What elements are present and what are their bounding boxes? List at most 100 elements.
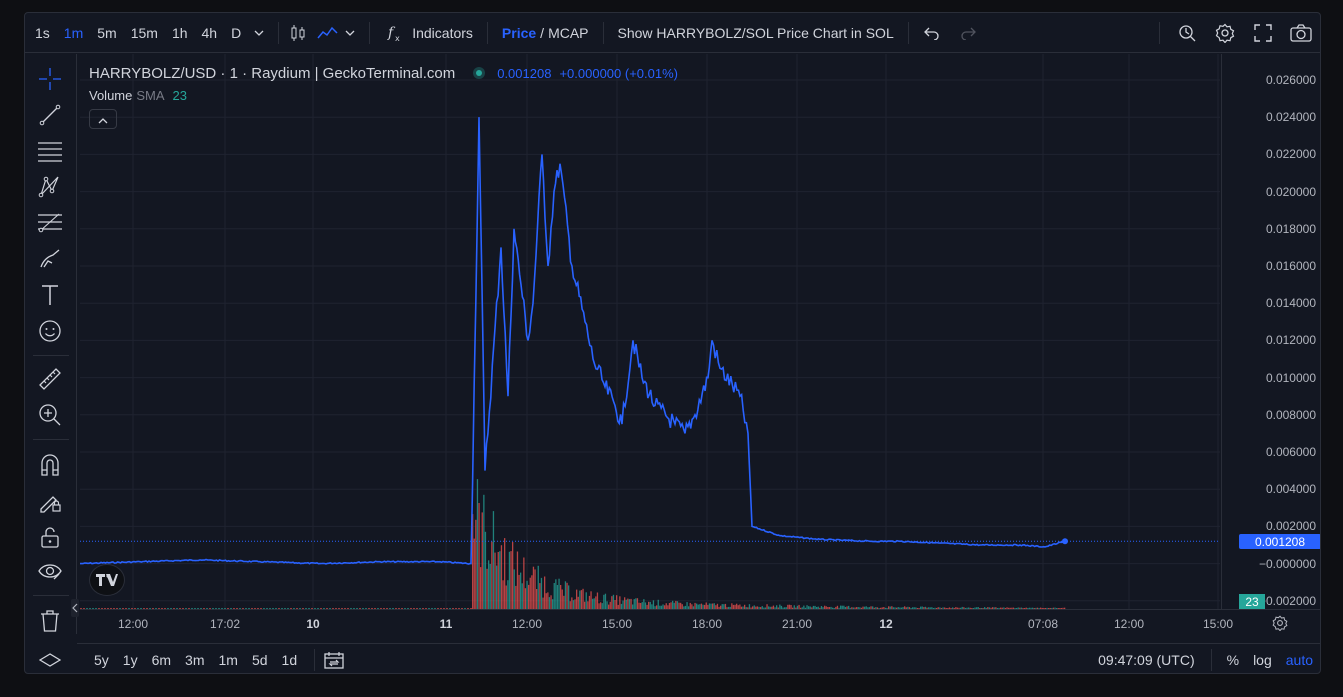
- volume-bar: [544, 576, 546, 609]
- range-5d[interactable]: 5d: [245, 652, 275, 668]
- trash-icon[interactable]: [35, 606, 65, 636]
- line-chart-icon[interactable]: [317, 22, 339, 44]
- zoom-in-icon[interactable]: [35, 400, 65, 430]
- utc-clock[interactable]: 09:47:09 (UTC): [1098, 652, 1194, 668]
- candles-icon[interactable]: [287, 22, 309, 44]
- price-mcap-toggle[interactable]: Price / MCAP: [496, 25, 595, 41]
- price-tick: 0.012000: [1265, 333, 1316, 348]
- axis-settings-icon[interactable]: [1272, 615, 1288, 636]
- volume-label[interactable]: Volume: [89, 88, 132, 103]
- volume-bar: [577, 596, 579, 609]
- volume-bar: [496, 565, 498, 609]
- fullscreen-icon[interactable]: [1252, 22, 1274, 44]
- collapse-legend-button[interactable]: [89, 109, 117, 129]
- magnet-icon[interactable]: [35, 450, 65, 480]
- volume-bar: [494, 552, 496, 609]
- range-1y[interactable]: 1y: [116, 652, 145, 668]
- price-tick: 0.024000: [1265, 110, 1316, 125]
- volume-bar: [480, 567, 482, 609]
- percent-toggle[interactable]: %: [1220, 652, 1246, 668]
- volume-bar: [523, 557, 525, 609]
- lock-icon[interactable]: [35, 522, 65, 552]
- crosshair-icon[interactable]: [35, 64, 65, 94]
- volume-bar: [563, 595, 565, 609]
- volume-bar: [568, 585, 570, 609]
- text-icon[interactable]: [35, 280, 65, 310]
- volume-bar: [484, 531, 487, 609]
- price-tick: 0.010000: [1265, 370, 1316, 385]
- range-3m[interactable]: 3m: [178, 652, 211, 668]
- top-toolbar: 1s 1m 5m 15m 1h 4h D fx Indicators Price / MCA…: [25, 13, 1320, 53]
- fib-retracement-icon[interactable]: [35, 208, 65, 238]
- layers-icon[interactable]: [35, 653, 65, 673]
- brush-icon[interactable]: [35, 244, 65, 274]
- camera-icon[interactable]: [1290, 22, 1312, 44]
- volume-bar: [564, 581, 567, 609]
- volume-bar: [504, 538, 506, 609]
- price-change: +0.000000 (+0.01%): [559, 65, 678, 81]
- show-sol-label: Show HARRYBOLZ/SOL Price Chart in SOL: [617, 24, 894, 41]
- last-price-dot: [1062, 538, 1068, 545]
- volume-bar: [510, 551, 512, 609]
- volume-bar: [478, 503, 480, 609]
- redo-icon[interactable]: [957, 22, 979, 44]
- time-tick: 11: [439, 617, 453, 631]
- timeframe-15m[interactable]: 15m: [124, 25, 165, 41]
- price-axis[interactable]: 0.026000 0.024000 0.022000 0.020000 0.018000…: [1221, 54, 1320, 609]
- chevron-down-icon[interactable]: [248, 22, 270, 44]
- goto-date-icon[interactable]: [323, 649, 345, 671]
- timeframe-1s[interactable]: 1s: [28, 25, 57, 41]
- timeframe-D[interactable]: D: [224, 25, 248, 41]
- volume-bar: [502, 580, 504, 609]
- ruler-icon[interactable]: [35, 364, 65, 394]
- volume-bar: [619, 596, 621, 609]
- chevron-up-icon: [98, 111, 108, 127]
- show-sol-chart-button[interactable]: Show HARRYBOLZ/SOL Price Chart in SOL: [612, 25, 900, 41]
- tradingview-logo[interactable]: [89, 564, 125, 596]
- volume-bar: [526, 580, 528, 609]
- timeframe-1m[interactable]: 1m: [57, 25, 90, 41]
- draw-lock-icon[interactable]: [35, 486, 65, 516]
- chevron-down-icon[interactable]: [339, 22, 361, 44]
- range-1d[interactable]: 1d: [275, 652, 305, 668]
- time-tick: 07:08: [1027, 617, 1059, 631]
- log-toggle[interactable]: log: [1246, 652, 1279, 668]
- price-chart[interactable]: [80, 54, 1220, 609]
- range-6m[interactable]: 6m: [145, 652, 178, 668]
- volume-bar: [603, 594, 605, 609]
- symbol-title[interactable]: HARRYBOLZ/USD · 1 · Raydium | GeckoTermi…: [89, 65, 455, 82]
- volume-bar: [516, 551, 519, 609]
- settings-icon[interactable]: [1214, 22, 1236, 44]
- pattern-icon[interactable]: [35, 172, 65, 202]
- volume-bar: [630, 598, 632, 609]
- auto-toggle[interactable]: auto: [1279, 652, 1320, 668]
- price-tick: 0.022000: [1265, 147, 1316, 162]
- volume-bar: [566, 582, 568, 609]
- indicators-button[interactable]: fx Indicators: [378, 22, 479, 44]
- emoji-icon[interactable]: [35, 316, 65, 346]
- horizontal-lines-icon[interactable]: [35, 136, 65, 166]
- trend-line-icon[interactable]: [35, 100, 65, 130]
- volume-bar: [628, 599, 631, 609]
- volume-bar: [556, 585, 559, 609]
- eye-icon[interactable]: [35, 556, 65, 586]
- volume-bar: [505, 585, 507, 609]
- collapse-toolbar-handle[interactable]: [71, 599, 79, 617]
- volume-bar: [515, 585, 517, 609]
- price-toggle[interactable]: Price: [502, 25, 536, 41]
- volume-bar: [572, 600, 575, 609]
- time-axis[interactable]: 12:00 17:02 10 11 12:00 15:00 18:00 21:00 12 07:0…: [80, 609, 1320, 635]
- undo-icon[interactable]: [921, 22, 943, 44]
- timeframe-1h[interactable]: 1h: [165, 25, 195, 41]
- range-5y[interactable]: 5y: [87, 652, 116, 668]
- volume-bar: [553, 583, 555, 609]
- timeframe-4h[interactable]: 4h: [195, 25, 225, 41]
- mcap-toggle[interactable]: MCAP: [548, 25, 588, 41]
- volume-bar: [633, 599, 635, 609]
- volume-bar: [624, 597, 626, 609]
- range-1m[interactable]: 1m: [212, 652, 245, 668]
- volume-bar: [507, 580, 509, 609]
- quick-search-icon[interactable]: [1176, 22, 1198, 44]
- time-tick: 15:00: [601, 617, 633, 631]
- timeframe-5m[interactable]: 5m: [90, 25, 123, 41]
